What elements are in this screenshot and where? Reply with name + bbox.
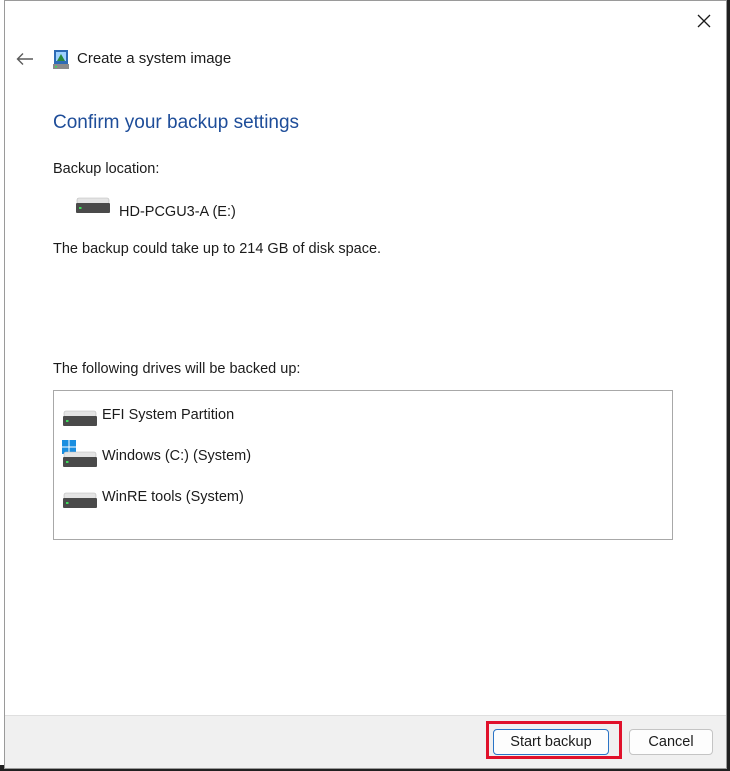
disk-space-note: The backup could take up to 214 GB of di… <box>53 241 382 257</box>
list-item: WinRE tools (System) <box>62 477 662 508</box>
drive-name: WinRE tools (System) <box>102 489 244 505</box>
drive-name: EFI System Partition <box>102 407 235 423</box>
backup-location-label: Backup location: <box>53 161 160 177</box>
drives-list[interactable]: EFI System Partition Windows (C:) (Syste… <box>53 390 673 540</box>
windows-drive-icon <box>62 440 97 467</box>
backup-and-restore-icon <box>53 50 69 69</box>
drive-icon <box>76 197 110 213</box>
list-item: EFI System Partition <box>62 395 662 426</box>
drive-icon <box>63 410 97 426</box>
cancel-button[interactable]: Cancel <box>629 729 713 755</box>
drive-icon <box>63 492 97 508</box>
back-button[interactable] <box>13 47 37 71</box>
list-item: Windows (C:) (System) <box>62 436 662 467</box>
close-icon <box>697 14 711 28</box>
system-image-dialog: Create a system image Confirm your backu… <box>4 0 727 769</box>
drives-list-label: The following drives will be backed up: <box>53 361 301 377</box>
start-backup-button[interactable]: Start backup <box>493 729 609 755</box>
drive-name: Windows (C:) (System) <box>102 448 252 464</box>
close-button[interactable] <box>692 9 716 33</box>
window-title: Create a system image <box>77 50 232 67</box>
back-arrow-icon <box>16 53 33 65</box>
backup-location-drive: HD-PCGU3-A (E:) <box>119 204 236 220</box>
page-heading: Confirm your backup settings <box>53 112 300 133</box>
dialog-footer: Start backup Cancel <box>5 715 726 768</box>
